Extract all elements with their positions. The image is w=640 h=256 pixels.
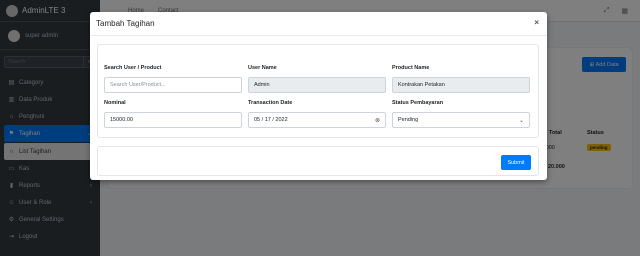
field-label: Nominal [104,100,126,106]
field-label: Transaction Date [248,100,293,106]
field-product-name: Product Name Kontrakan Petakan [392,65,530,93]
product-name-field: Kontrakan Petakan [392,77,530,93]
field-user-name: User Name Admin [248,65,386,93]
field-search: Search User / Product Search User/Produc… [104,65,242,93]
form-card: Search User / Product Search User/Produc… [97,44,539,138]
user-name-field: Admin [248,77,386,93]
field-transaction-date: Transaction Date 05 / 17 / 2022 ⊗ [248,100,386,128]
field-label: Product Name [392,65,430,71]
modal-tambah-tagihan: Tambah Tagihan × Search User / Product S… [90,12,547,180]
field-nominal: Nominal 15000.00 [104,100,242,128]
field-status-pembayaran: Status Pembayaran Pending ⌄ [392,100,530,128]
modal-title: Tambah Tagihan [96,19,155,28]
modal-footer: Submit [97,146,539,176]
modal-header: Tambah Tagihan × [90,12,547,36]
close-icon[interactable]: × [534,18,539,27]
status-select[interactable]: Pending ⌄ [392,112,530,128]
clear-date-icon[interactable]: ⊗ [375,117,380,124]
chevron-down-icon: ⌄ [518,117,524,124]
field-label: Search User / Product [104,65,162,71]
field-label: Status Pembayaran [392,100,444,106]
transaction-date-input[interactable]: 05 / 17 / 2022 ⊗ [248,112,386,128]
field-label: User Name [248,65,277,71]
search-input[interactable]: Search User/Product... [104,77,242,93]
date-value: 05 / 17 / 2022 [254,117,288,123]
submit-button[interactable]: Submit [501,155,531,170]
nominal-input[interactable]: 15000.00 [104,112,242,128]
status-selected-value: Pending [398,117,419,123]
